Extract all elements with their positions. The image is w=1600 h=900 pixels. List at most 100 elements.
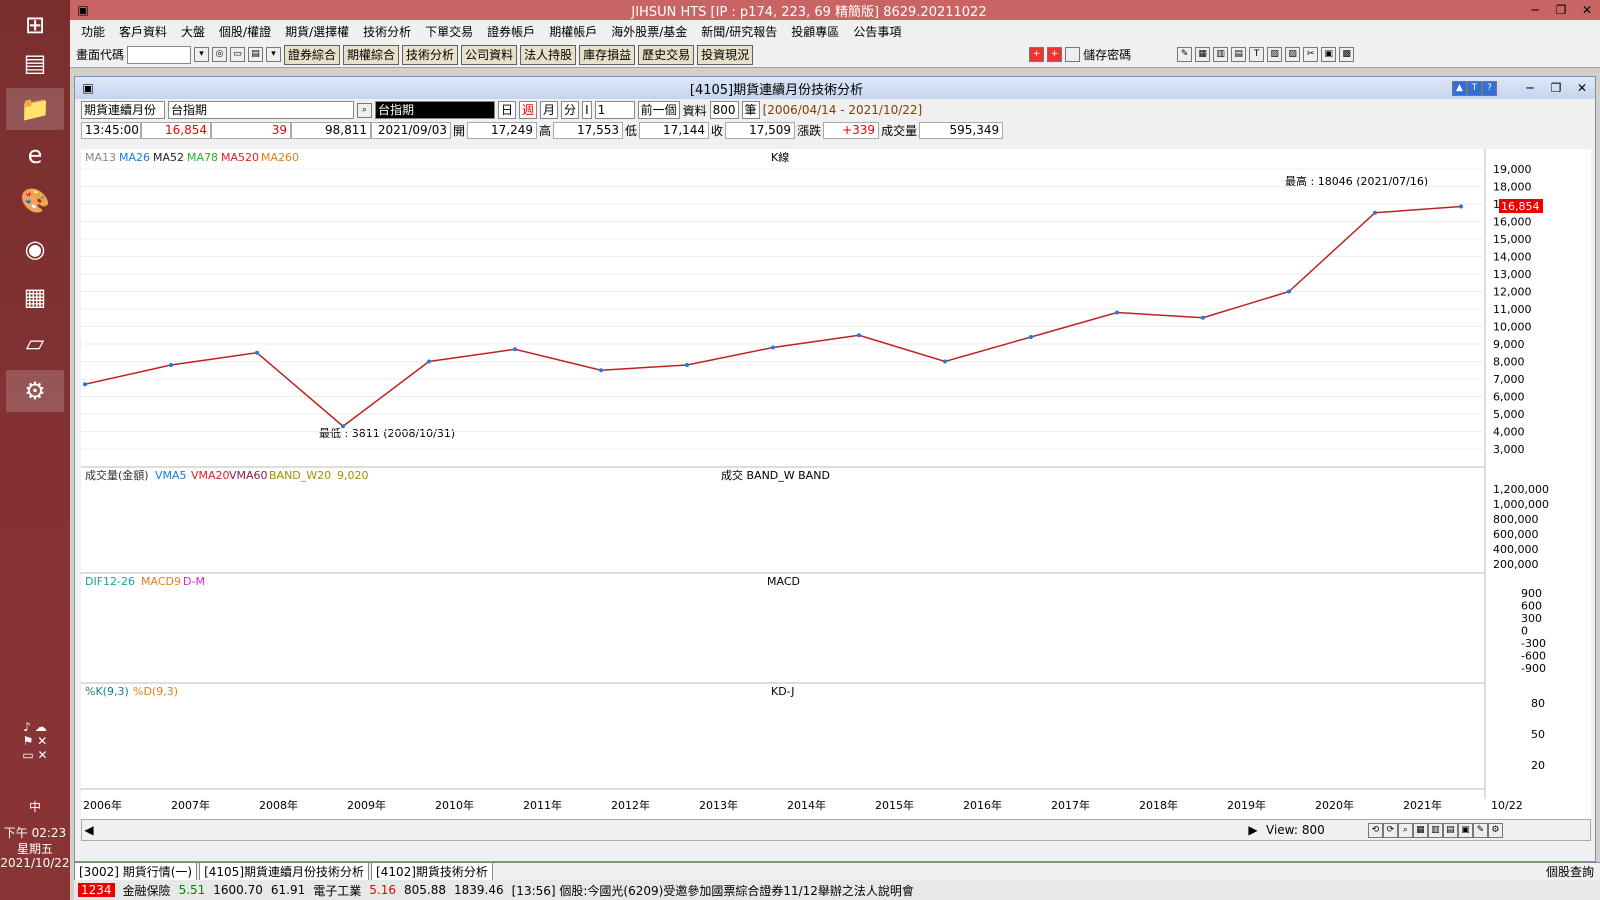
menu-item[interactable]: 證券帳戶: [480, 23, 542, 40]
symbol-input[interactable]: 台指期: [168, 101, 354, 119]
interval-select[interactable]: 1: [594, 101, 635, 119]
menu-item[interactable]: 大盤: [174, 23, 212, 40]
symbol-name: 台指期: [375, 101, 495, 119]
cursor-icon[interactable]: I: [582, 101, 592, 119]
chart-tool-icon[interactable]: ▤: [1442, 822, 1458, 838]
plus-icon[interactable]: +: [1047, 47, 1063, 62]
menu-item[interactable]: 下單交易: [418, 23, 480, 40]
toolbar-button[interactable]: 期權綜合: [343, 44, 400, 65]
text-icon[interactable]: T: [1467, 80, 1482, 96]
status-tab-icon[interactable]: 1234: [78, 883, 115, 897]
search-icon[interactable]: ⌕: [357, 102, 372, 118]
chart-tool-icon[interactable]: ⟳: [1382, 822, 1398, 838]
add-icon[interactable]: +: [1029, 47, 1045, 62]
period-week[interactable]: 週: [519, 101, 538, 119]
menu-item[interactable]: 功能: [74, 23, 112, 40]
menu-down-icon[interactable]: ▾: [266, 47, 282, 62]
toolbar-button[interactable]: 證券綜合: [284, 44, 341, 65]
chart-tool-icon[interactable]: ▥: [1427, 822, 1443, 838]
menu-item[interactable]: 客戶資料: [112, 23, 174, 40]
tab-3002[interactable]: [3002] 期貨行情(一): [74, 862, 198, 881]
hts-app-icon[interactable]: ⚙: [6, 370, 64, 412]
scroll-right-icon[interactable]: ▶: [1246, 823, 1260, 837]
zoom-icon[interactable]: ⌕: [1397, 822, 1413, 838]
tool-icon[interactable]: ▥: [1213, 47, 1229, 62]
menu-item[interactable]: 技術分析: [356, 23, 418, 40]
period-minute[interactable]: 分: [561, 101, 580, 119]
tab-4102[interactable]: [4102]期貨技術分析: [371, 862, 493, 881]
vol-legend: 成交量(金額): [85, 468, 149, 482]
status-news[interactable]: [13:56] 個股:今國光(6209)受邀參加國票綜合證券11/12舉辦之法人…: [512, 882, 914, 899]
tool-icon[interactable]: ▤: [1231, 47, 1247, 62]
view-value[interactable]: 800: [1298, 823, 1368, 837]
close-icon[interactable]: ✕: [1574, 3, 1600, 17]
period-day[interactable]: 日: [498, 101, 517, 119]
menu-item[interactable]: 公告事項: [846, 23, 908, 40]
tray-icons[interactable]: ♪ ☁ ⚑ ✕ ▭ ✕: [0, 720, 70, 762]
tab-4105[interactable]: [4105]期貨連續月份技術分析: [199, 862, 369, 881]
windows-start-icon[interactable]: ⊞: [6, 4, 64, 46]
search-icon[interactable]: ◎: [212, 47, 228, 62]
chart-tool-icon[interactable]: ▣: [1457, 822, 1473, 838]
dropdown-icon[interactable]: ▾: [194, 47, 210, 62]
menu-item[interactable]: 期貨/選擇權: [278, 23, 356, 40]
screen-code-input[interactable]: [127, 45, 192, 64]
scroll-left-icon[interactable]: ◀: [82, 823, 96, 837]
menu-item[interactable]: 投顧專區: [784, 23, 846, 40]
toolbar-button[interactable]: 投資現況: [697, 44, 754, 65]
toolbar-button[interactable]: 歷史交易: [638, 44, 695, 65]
period-month[interactable]: 月: [540, 101, 559, 119]
toolbar-button[interactable]: 庫存損益: [579, 44, 636, 65]
print-icon[interactable]: ▤: [248, 47, 264, 62]
clock-time[interactable]: 下午 02:23: [0, 824, 70, 841]
tool-icon[interactable]: ▦: [1195, 47, 1211, 62]
menu-item[interactable]: 海外股票/基金: [604, 23, 694, 40]
quote-low: 17,144: [639, 121, 710, 139]
menu-item[interactable]: 個股/權證: [212, 23, 278, 40]
menu-item[interactable]: 新聞/研究報告: [694, 23, 784, 40]
tool-icon[interactable]: T: [1249, 47, 1265, 62]
help-icon[interactable]: ?: [1482, 80, 1497, 96]
ime-indicator[interactable]: 中: [0, 798, 70, 815]
notes-icon[interactable]: ▱: [6, 322, 64, 364]
spreadsheet-icon[interactable]: ▦: [6, 276, 64, 318]
toolbar-button[interactable]: 法人持股: [520, 44, 577, 65]
tool-icon[interactable]: ✂: [1303, 47, 1319, 62]
chart-area[interactable]: MA13 MA26 MA52 MA78 MA520 MA260 K線 最高 : …: [81, 149, 1591, 819]
status-sector-2[interactable]: 電子工業: [313, 882, 361, 899]
paint-icon[interactable]: 🎨: [6, 180, 64, 222]
chrome-icon[interactable]: ◉: [6, 228, 64, 270]
product-select[interactable]: 期貨連續月份: [81, 101, 165, 119]
tool-icon[interactable]: ▩: [1339, 47, 1355, 62]
toolbar-button[interactable]: 公司資料: [461, 44, 518, 65]
tool-icon[interactable]: ✎: [1177, 47, 1193, 62]
task-view-icon[interactable]: ▤: [6, 42, 64, 84]
tool-icon[interactable]: ▧: [1267, 47, 1283, 62]
menu-item[interactable]: 期權帳戶: [542, 23, 604, 40]
toolbar-button[interactable]: 技術分析: [402, 44, 459, 65]
inner-minimize-icon[interactable]: ─: [1517, 81, 1543, 95]
tool-icon[interactable]: ▨: [1285, 47, 1301, 62]
save-password-checkbox[interactable]: [1065, 47, 1081, 62]
ie-icon[interactable]: e: [6, 134, 64, 176]
triangle-icon[interactable]: ▲: [1452, 80, 1467, 96]
minimize-icon[interactable]: ─: [1522, 3, 1548, 17]
tool-icon[interactable]: ▣: [1321, 47, 1337, 62]
inner-restore-icon[interactable]: ❐: [1543, 81, 1569, 95]
inner-close-icon[interactable]: ✕: [1569, 81, 1595, 95]
data-count-input[interactable]: 800: [709, 101, 739, 119]
prev-button[interactable]: 前一個: [637, 101, 680, 119]
chart-tool-icon[interactable]: ▦: [1412, 822, 1428, 838]
file-explorer-icon[interactable]: 📁: [6, 88, 64, 130]
restore-icon[interactable]: ❐: [1548, 3, 1574, 17]
folder-icon[interactable]: ▭: [230, 47, 246, 62]
chart-svg[interactable]: MA13 MA26 MA52 MA78 MA520 MA260 K線 最高 : …: [81, 149, 1591, 819]
stock-query-label[interactable]: 個股查詢: [1542, 863, 1598, 880]
kd-axis: 80 50 20: [1531, 697, 1545, 772]
data-unit-button[interactable]: 筆: [741, 101, 760, 119]
status-sector-1[interactable]: 金融保險: [123, 882, 171, 899]
draw-icon[interactable]: ✎: [1472, 822, 1488, 838]
settings-icon[interactable]: ⚙: [1487, 822, 1503, 838]
chart-tool-icon[interactable]: ⟲: [1367, 822, 1383, 838]
chart-scrollbar[interactable]: ◀ ▶ View: 800 ⟲ ⟳ ⌕ ▦ ▥ ▤ ▣ ✎ ⚙: [81, 819, 1591, 841]
